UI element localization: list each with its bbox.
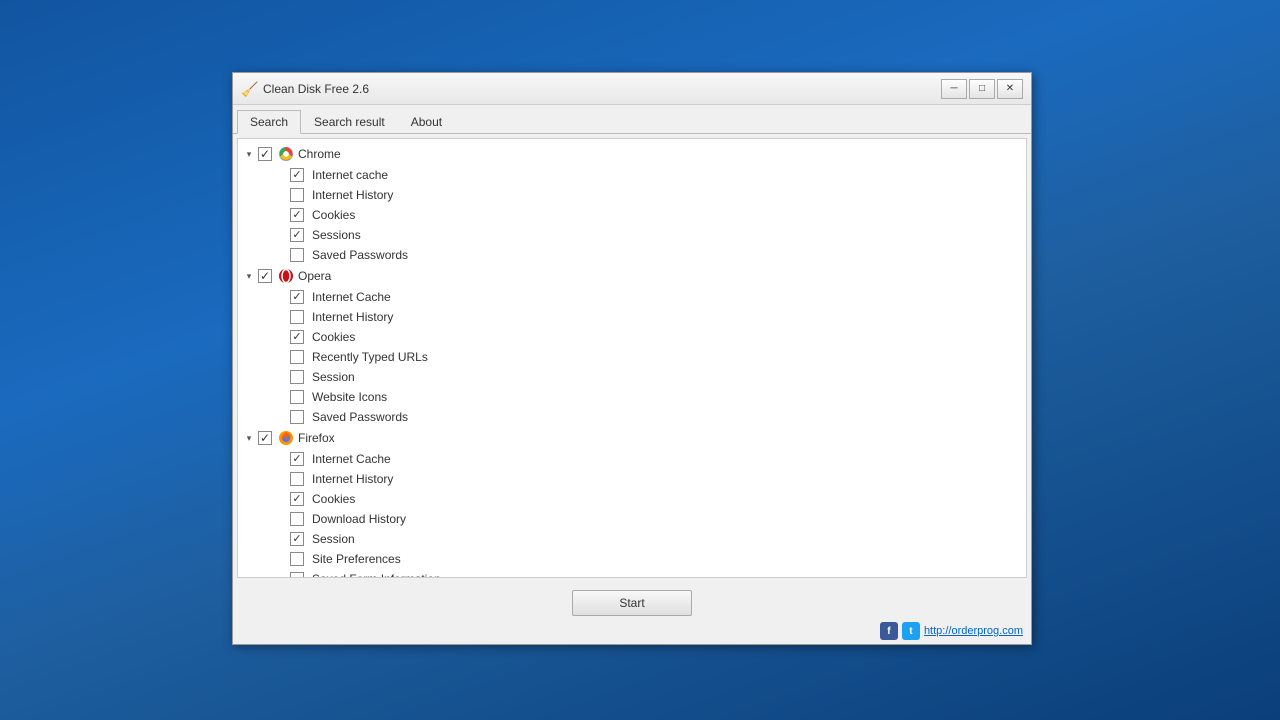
chevron-chrome: ▾ bbox=[242, 147, 256, 161]
footer-links: f t http://orderprog.com bbox=[237, 622, 1027, 640]
checkbox-chrome-internet-history[interactable] bbox=[290, 188, 304, 202]
menu-bar: Search Search result About bbox=[233, 105, 1031, 134]
checkbox-firefox-saved-form-info[interactable] bbox=[290, 572, 304, 577]
title-bar: 🧹 Clean Disk Free 2.6 ─ □ ✕ bbox=[233, 73, 1031, 105]
browser-header-firefox[interactable]: ▾ ✓ Firefox bbox=[238, 427, 1026, 449]
checkbox-firefox-cookies[interactable]: ✓ bbox=[290, 492, 304, 506]
item-label: Saved Passwords bbox=[312, 248, 408, 262]
facebook-icon[interactable]: f bbox=[880, 622, 898, 640]
checkbox-opera-saved-passwords[interactable] bbox=[290, 410, 304, 424]
app-icon: 🧹 bbox=[241, 81, 257, 97]
browser-name-opera: Opera bbox=[298, 269, 331, 283]
item-label: Sessions bbox=[312, 228, 361, 242]
window-controls: ─ □ ✕ bbox=[941, 79, 1023, 99]
list-item[interactable]: Download History bbox=[290, 509, 1026, 529]
item-label: Internet cache bbox=[312, 168, 388, 182]
checkbox-opera-website-icons[interactable] bbox=[290, 390, 304, 404]
list-item[interactable]: Internet History bbox=[290, 185, 1026, 205]
list-item[interactable]: ✓ Cookies bbox=[290, 327, 1026, 347]
checkbox-chrome-internet-cache[interactable]: ✓ bbox=[290, 168, 304, 182]
item-label: Internet History bbox=[312, 188, 393, 202]
chevron-opera: ▾ bbox=[242, 269, 256, 283]
list-item[interactable]: ✓ Cookies bbox=[290, 205, 1026, 225]
twitter-icon[interactable]: t bbox=[902, 622, 920, 640]
browser-group-chrome: ▾ ✓ Chrome bbox=[238, 143, 1026, 265]
item-label: Website Icons bbox=[312, 390, 387, 404]
chevron-firefox: ▾ bbox=[242, 431, 256, 445]
item-label: Cookies bbox=[312, 492, 355, 506]
checkbox-chrome-cookies[interactable]: ✓ bbox=[290, 208, 304, 222]
list-item[interactable]: Saved Passwords bbox=[290, 245, 1026, 265]
browser-name-chrome: Chrome bbox=[298, 147, 341, 161]
browser-group-firefox: ▾ ✓ Firefox ✓ Internet Cache bbox=[238, 427, 1026, 577]
chrome-icon bbox=[278, 146, 294, 162]
item-label: Session bbox=[312, 532, 355, 546]
list-item[interactable]: ✓ Session bbox=[290, 529, 1026, 549]
list-item[interactable]: Website Icons bbox=[290, 387, 1026, 407]
list-item[interactable]: ✓ Internet Cache bbox=[290, 287, 1026, 307]
item-label: Internet History bbox=[312, 310, 393, 324]
checkbox-opera-internet-cache[interactable]: ✓ bbox=[290, 290, 304, 304]
list-item[interactable]: Saved Form Information bbox=[290, 569, 1026, 577]
item-label: Cookies bbox=[312, 208, 355, 222]
minimize-button[interactable]: ─ bbox=[941, 79, 967, 99]
checkbox-opera-recently-typed[interactable] bbox=[290, 350, 304, 364]
list-item[interactable]: Saved Passwords bbox=[290, 407, 1026, 427]
browser-header-opera[interactable]: ▾ ✓ Opera bbox=[238, 265, 1026, 287]
footer-area: Start f t http://orderprog.com bbox=[233, 582, 1031, 644]
firefox-icon bbox=[278, 430, 294, 446]
checkbox-firefox-internet-cache[interactable]: ✓ bbox=[290, 452, 304, 466]
item-label: Cookies bbox=[312, 330, 355, 344]
browser-header-chrome[interactable]: ▾ ✓ Chrome bbox=[238, 143, 1026, 165]
opera-icon bbox=[278, 268, 294, 284]
firefox-items: ✓ Internet Cache Internet History ✓ Cook… bbox=[238, 449, 1026, 577]
start-button[interactable]: Start bbox=[572, 590, 692, 616]
maximize-button[interactable]: □ bbox=[969, 79, 995, 99]
chrome-items: ✓ Internet cache Internet History ✓ Cook… bbox=[238, 165, 1026, 265]
list-item[interactable]: ✓ Internet Cache bbox=[290, 449, 1026, 469]
list-item[interactable]: Internet History bbox=[290, 307, 1026, 327]
checkbox-firefox-download-history[interactable] bbox=[290, 512, 304, 526]
list-item[interactable]: ✓ Cookies bbox=[290, 489, 1026, 509]
browser-checkbox-chrome[interactable]: ✓ bbox=[258, 147, 272, 161]
list-item[interactable]: ✓ Sessions bbox=[290, 225, 1026, 245]
checkbox-firefox-internet-history[interactable] bbox=[290, 472, 304, 486]
checkbox-opera-session[interactable] bbox=[290, 370, 304, 384]
window-title: Clean Disk Free 2.6 bbox=[263, 82, 941, 96]
list-item[interactable]: ✓ Internet cache bbox=[290, 165, 1026, 185]
list-item[interactable]: Session bbox=[290, 367, 1026, 387]
main-window: 🧹 Clean Disk Free 2.6 ─ □ ✕ Search Searc… bbox=[232, 72, 1032, 645]
checkbox-chrome-saved-passwords[interactable] bbox=[290, 248, 304, 262]
item-label: Saved Form Information bbox=[312, 572, 441, 577]
item-label: Recently Typed URLs bbox=[312, 350, 428, 364]
item-label: Session bbox=[312, 370, 355, 384]
opera-items: ✓ Internet Cache Internet History ✓ Cook… bbox=[238, 287, 1026, 427]
browser-checkbox-opera[interactable]: ✓ bbox=[258, 269, 272, 283]
item-label: Download History bbox=[312, 512, 406, 526]
browser-name-firefox: Firefox bbox=[298, 431, 335, 445]
tab-about[interactable]: About bbox=[398, 110, 455, 134]
list-item[interactable]: Internet History bbox=[290, 469, 1026, 489]
checkbox-firefox-site-preferences[interactable] bbox=[290, 552, 304, 566]
checkbox-opera-internet-history[interactable] bbox=[290, 310, 304, 324]
checkbox-firefox-session[interactable]: ✓ bbox=[290, 532, 304, 546]
item-label: Saved Passwords bbox=[312, 410, 408, 424]
tab-search[interactable]: Search bbox=[237, 110, 301, 134]
tree-view[interactable]: ▾ ✓ Chrome bbox=[238, 139, 1026, 577]
item-label: Internet Cache bbox=[312, 452, 391, 466]
checkbox-opera-cookies[interactable]: ✓ bbox=[290, 330, 304, 344]
item-label: Site Preferences bbox=[312, 552, 401, 566]
tab-search-result[interactable]: Search result bbox=[301, 110, 398, 134]
browser-group-opera: ▾ ✓ Opera ✓ Internet Cache bbox=[238, 265, 1026, 427]
item-label: Internet Cache bbox=[312, 290, 391, 304]
browser-checkbox-firefox[interactable]: ✓ bbox=[258, 431, 272, 445]
website-link[interactable]: http://orderprog.com bbox=[924, 625, 1023, 637]
close-button[interactable]: ✕ bbox=[997, 79, 1023, 99]
item-label: Internet History bbox=[312, 472, 393, 486]
content-area: ▾ ✓ Chrome bbox=[237, 138, 1027, 578]
list-item[interactable]: Site Preferences bbox=[290, 549, 1026, 569]
list-item[interactable]: Recently Typed URLs bbox=[290, 347, 1026, 367]
checkbox-chrome-sessions[interactable]: ✓ bbox=[290, 228, 304, 242]
